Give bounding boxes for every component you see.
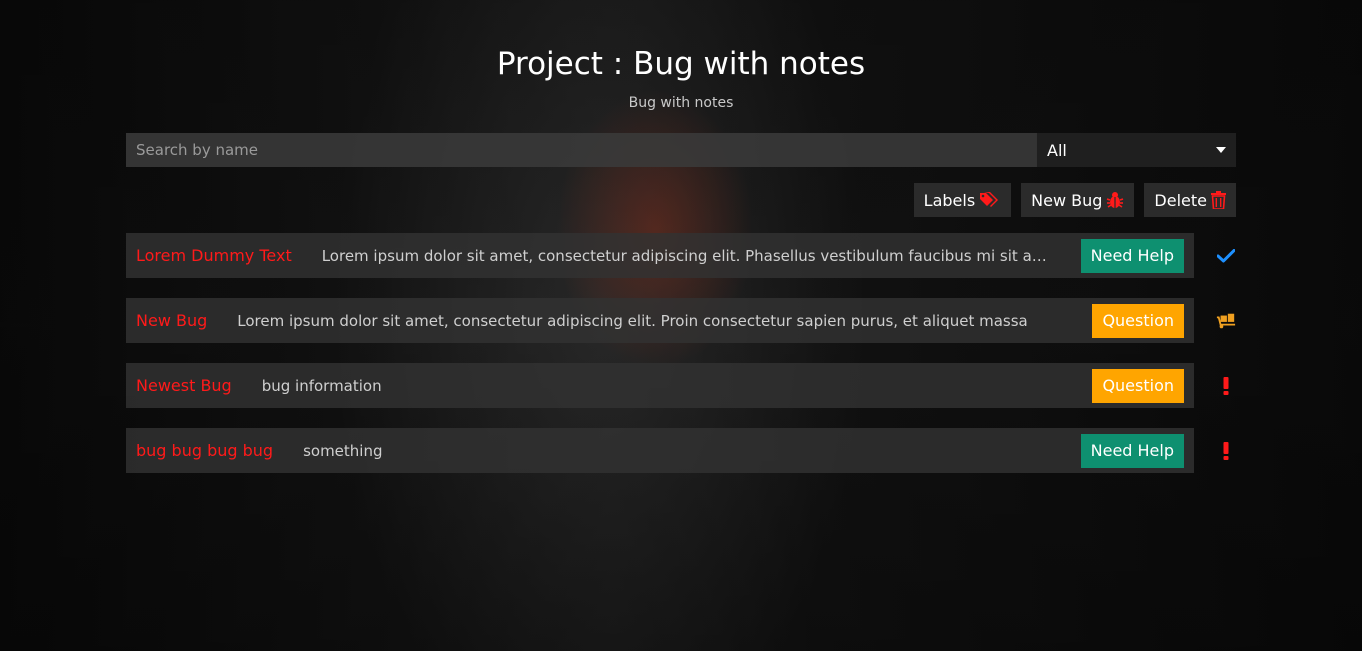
dolly-icon: [1216, 311, 1236, 331]
exclamation-icon: [1216, 441, 1236, 461]
exclamation-icon: [1216, 376, 1236, 396]
bug-name[interactable]: bug bug bug bug: [136, 441, 273, 460]
labels-button-label: Labels: [923, 190, 976, 210]
page-subtitle: Bug with notes: [628, 95, 734, 111]
filter-selected-value: All: [1047, 140, 1067, 160]
caret-down-icon: [1216, 147, 1226, 153]
bug-list: Lorem Dummy Text Lorem ipsum dolor sit a…: [126, 233, 1236, 493]
bug-row[interactable]: Lorem Dummy Text Lorem ipsum dolor sit a…: [126, 233, 1194, 278]
delete-button[interactable]: Delete: [1144, 183, 1236, 217]
bug-row[interactable]: New Bug Lorem ipsum dolor sit amet, cons…: [126, 298, 1194, 343]
list-item: New Bug Lorem ipsum dolor sit amet, cons…: [126, 298, 1236, 343]
bug-description: bug information: [261, 376, 382, 395]
bug-label-badge[interactable]: Question: [1092, 368, 1184, 403]
search-bar: All: [126, 133, 1236, 167]
search-input[interactable]: [126, 133, 1036, 167]
labels-button[interactable]: Labels: [913, 183, 1012, 217]
check-icon: [1216, 246, 1236, 266]
bug-description: Lorem ipsum dolor sit amet, consectetur …: [321, 246, 1062, 265]
bug-row[interactable]: Newest Bug bug information Question: [126, 363, 1194, 408]
bug-name[interactable]: New Bug: [136, 311, 207, 330]
tags-icon: [979, 191, 1001, 209]
bug-name[interactable]: Newest Bug: [136, 376, 232, 395]
list-item: Lorem Dummy Text Lorem ipsum dolor sit a…: [126, 233, 1236, 278]
trash-icon: [1211, 191, 1226, 209]
delete-button-label: Delete: [1154, 190, 1207, 210]
bug-label-badge[interactable]: Question: [1092, 303, 1184, 338]
bug-icon: [1106, 191, 1124, 209]
bug-description: Lorem ipsum dolor sit amet, consectetur …: [237, 311, 1028, 330]
bug-description: something: [303, 441, 383, 460]
bug-name[interactable]: Lorem Dummy Text: [136, 246, 292, 265]
list-item: bug bug bug bug something Need Help: [126, 428, 1236, 473]
bug-label-badge[interactable]: Need Help: [1080, 433, 1184, 468]
new-bug-button[interactable]: New Bug: [1021, 183, 1135, 217]
new-bug-button-label: New Bug: [1031, 190, 1103, 210]
filter-dropdown[interactable]: All: [1036, 133, 1236, 167]
list-item: Newest Bug bug information Question: [126, 363, 1236, 408]
page-title: Project : Bug with notes: [496, 46, 866, 82]
toolbar: Labels New Bug Delete: [913, 183, 1236, 217]
bug-row[interactable]: bug bug bug bug something Need Help: [126, 428, 1194, 473]
bug-label-badge[interactable]: Need Help: [1080, 238, 1184, 273]
